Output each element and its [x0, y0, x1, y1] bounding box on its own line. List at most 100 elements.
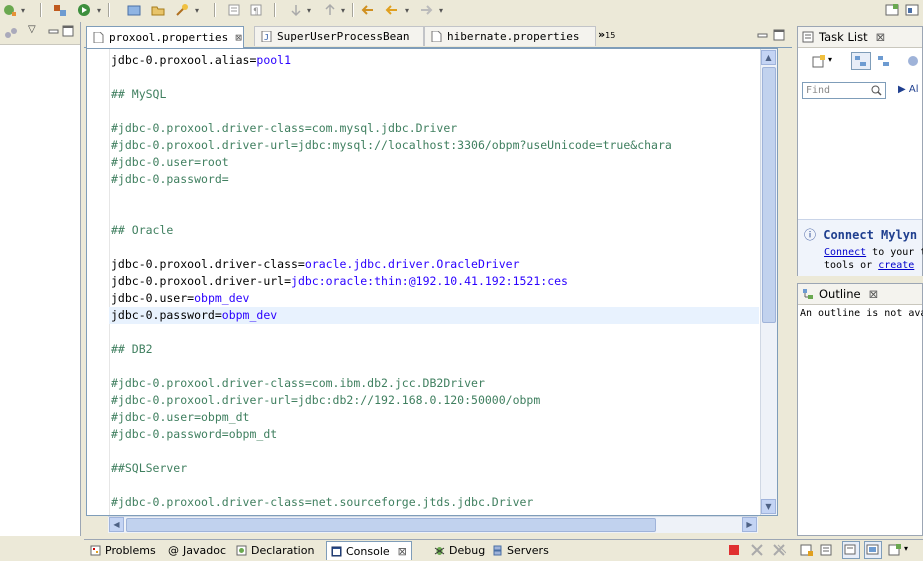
svg-text:J: J — [264, 33, 269, 42]
code-comment: ## Oracle — [111, 223, 174, 237]
triangle-right-icon: ▶ — [898, 84, 909, 95]
at-icon: @ — [168, 544, 179, 557]
more-tabs-button[interactable]: »15 — [598, 28, 615, 41]
terminate-icon[interactable] — [728, 544, 740, 559]
property-key: jdbc-0.user= — [111, 291, 195, 305]
outline-icon — [803, 289, 813, 299]
tab-proxool-properties[interactable]: proxool.properties ⊠ — [86, 26, 244, 48]
tab-debug[interactable]: Debug — [430, 541, 489, 560]
tab-problems[interactable]: Problems — [86, 541, 160, 560]
close-view-icon[interactable]: ⊠ — [876, 30, 886, 44]
svg-text:¶: ¶ — [253, 7, 259, 17]
next-annotation-dropdown-icon[interactable]: ▾ — [304, 2, 314, 18]
property-value: obpm_dev — [221, 308, 278, 322]
connect-text-line1: Connect to your t — [824, 247, 923, 258]
connect-link[interactable]: Connect — [824, 247, 866, 258]
code-line: #jdbc-0.password=obpm_dt — [111, 426, 759, 443]
horizontal-scrollbar[interactable]: ◀ ▶ — [108, 516, 758, 533]
clear-console-icon[interactable] — [800, 543, 814, 560]
forward-icon[interactable] — [418, 2, 434, 18]
new-dropdown-icon[interactable]: ▾ — [18, 2, 28, 18]
close-tab-icon[interactable]: ⊠ — [235, 31, 242, 44]
tab-javadoc[interactable]: @ Javadoc — [164, 541, 230, 560]
tab-label: Debug — [449, 544, 486, 557]
last-edit-location-icon[interactable] — [360, 2, 376, 18]
outline-tab[interactable]: Outline ⊠ — [798, 284, 922, 305]
open-console-dropdown-icon[interactable]: ▾ — [904, 544, 908, 553]
search-tool-icon[interactable] — [174, 2, 190, 18]
all-filter-link[interactable]: ▶ Al — [898, 84, 919, 95]
pin-console-button[interactable] — [842, 541, 860, 559]
tab-servers[interactable]: Servers — [488, 541, 553, 560]
forward-dropdown-icon[interactable]: ▾ — [436, 2, 446, 18]
property-value: jdbc:oracle:thin:@192.10.41.192:1521:ces — [291, 274, 568, 288]
tab-declaration[interactable]: Declaration — [232, 541, 318, 560]
new-task-dropdown-icon[interactable]: ▾ — [828, 55, 832, 64]
view-icon — [4, 26, 18, 43]
properties-editor[interactable]: jdbc-0.proxool.alias=pool1 ## MySQL #jdb… — [86, 48, 778, 516]
horizontal-scroll-thumb[interactable] — [126, 518, 656, 532]
create-link[interactable]: create — [878, 260, 914, 271]
next-annotation-icon[interactable] — [288, 2, 304, 18]
new-task-icon[interactable] — [812, 54, 826, 71]
task-find-input[interactable]: Find — [802, 82, 886, 99]
code-line: #jdbc-0.password= — [111, 171, 759, 188]
code-line: jdbc-0.user=obpm_dev — [111, 290, 759, 307]
close-view-icon[interactable]: ⊠ — [869, 287, 879, 301]
new-wizard-icon[interactable] — [2, 2, 18, 18]
view-menu-icon[interactable]: ▽ — [28, 24, 36, 35]
code-comment: ## MySQL — [111, 87, 167, 101]
run-icon[interactable] — [76, 2, 92, 18]
java-perspective-icon[interactable] — [904, 2, 920, 18]
scroll-up-icon[interactable]: ▲ — [761, 50, 776, 65]
run-dropdown-icon[interactable]: ▾ — [94, 2, 104, 18]
code-line: #jdbc-0.proxool.driver-url=jdbc:mysql://… — [111, 137, 759, 154]
open-folder-icon[interactable] — [150, 2, 166, 18]
display-selected-console-button[interactable] — [864, 541, 882, 559]
open-type-icon[interactable] — [126, 2, 142, 18]
vertical-scrollbar[interactable]: ▲ ▼ — [760, 49, 777, 515]
back-icon[interactable] — [384, 2, 400, 18]
show-whitespace-icon[interactable]: ¶ — [248, 2, 264, 18]
console-icon — [331, 546, 342, 556]
scroll-down-icon[interactable]: ▼ — [761, 499, 776, 514]
minimize-icon[interactable] — [48, 25, 60, 40]
editor-text-area[interactable]: jdbc-0.proxool.alias=pool1 ## MySQL #jdb… — [109, 52, 759, 511]
vertical-scroll-thumb[interactable] — [762, 67, 776, 323]
scroll-lock-icon[interactable] — [820, 543, 834, 560]
search-dropdown-icon[interactable]: ▾ — [192, 2, 202, 18]
build-icon[interactable] — [52, 2, 68, 18]
left-view-panel — [0, 22, 81, 536]
outline-view: Outline ⊠ An outline is not ava — [797, 283, 923, 536]
remove-all-launches-icon[interactable] — [772, 543, 787, 560]
file-icon — [431, 31, 442, 42]
scheduled-icon[interactable] — [876, 54, 890, 71]
scroll-right-icon[interactable]: ▶ — [742, 517, 757, 532]
open-perspective-icon[interactable] — [884, 2, 900, 18]
property-key: jdbc-0.password= — [111, 308, 222, 322]
back-dropdown-icon[interactable]: ▾ — [402, 2, 412, 18]
categorized-button[interactable] — [851, 52, 871, 70]
scroll-left-icon[interactable]: ◀ — [109, 517, 124, 532]
open-console-icon[interactable] — [888, 543, 902, 560]
synchronize-icon[interactable] — [906, 54, 920, 71]
tab-hibernate-properties[interactable]: hibernate.properties — [424, 26, 596, 46]
minimize-icon[interactable] — [757, 29, 769, 44]
java-file-icon: J — [261, 31, 272, 42]
code-line: jdbc-0.proxool.alias=pool1 — [111, 52, 759, 69]
previous-annotation-dropdown-icon[interactable]: ▾ — [338, 2, 348, 18]
code-comment: #jdbc-0.password= — [111, 172, 229, 186]
task-list-tab[interactable]: Task List ⊠ — [798, 27, 922, 48]
maximize-icon[interactable] — [773, 29, 785, 44]
close-view-icon[interactable]: ⊠ — [398, 545, 407, 558]
previous-annotation-icon[interactable] — [322, 2, 338, 18]
remove-launch-icon[interactable] — [750, 543, 764, 560]
maximize-icon[interactable] — [62, 25, 74, 40]
tab-console[interactable]: Console ⊠ — [326, 541, 412, 560]
toggle-mark-occurrences-icon[interactable] — [226, 2, 242, 18]
tab-superuserprocessbean[interactable]: J SuperUserProcessBean — [254, 26, 424, 46]
code-comment: ##SQLServer — [111, 461, 188, 475]
file-icon — [93, 32, 104, 43]
